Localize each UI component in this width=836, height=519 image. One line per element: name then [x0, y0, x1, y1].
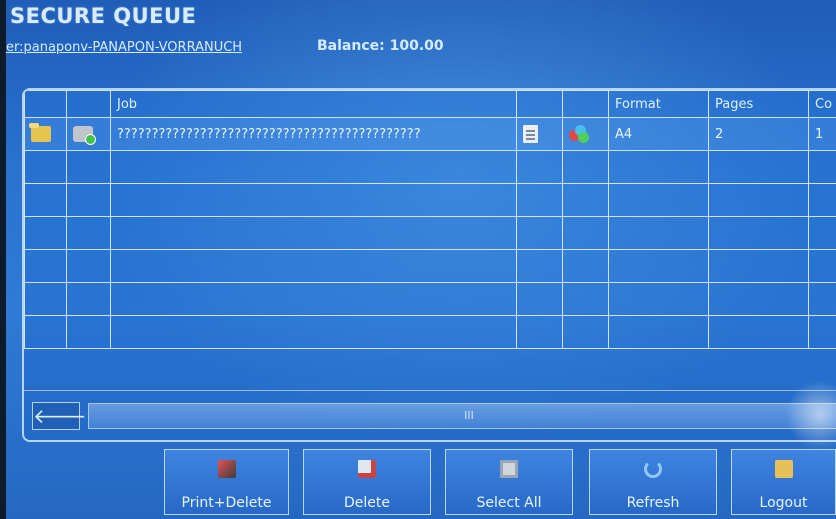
table-row — [24, 183, 836, 217]
arrow-left-icon: 🡐 — [33, 404, 87, 428]
job-list-grid: Job Format Pages Co ????????????????????… — [22, 88, 836, 442]
cell-color-mode — [562, 117, 609, 151]
horizontal-scrollbar[interactable]: III — [88, 403, 836, 429]
col-header-color — [562, 90, 609, 118]
screen-bezel — [0, 0, 6, 519]
printer-ready-icon — [73, 126, 96, 145]
delete-button[interactable]: Delete — [303, 449, 431, 515]
logout-label: Logout — [759, 495, 808, 511]
scroll-left-button[interactable]: 🡐 — [32, 402, 87, 430]
logout-button[interactable]: Logout — [731, 449, 836, 515]
print-delete-button[interactable]: Print+Delete — [164, 449, 289, 515]
delete-icon — [358, 460, 376, 478]
print-icon — [217, 460, 236, 478]
col-header-type — [516, 90, 563, 118]
delete-label: Delete — [344, 495, 390, 511]
logout-icon — [774, 460, 793, 478]
cell-pages: 2 — [708, 117, 809, 151]
balance-label: Balance: 100.00 — [317, 38, 444, 54]
table-row — [24, 150, 836, 184]
col-header-printer — [66, 90, 111, 118]
cell-copies: 1 — [808, 117, 836, 151]
cell-doc-type — [516, 117, 563, 151]
refresh-icon — [644, 460, 662, 478]
cell-status — [24, 117, 67, 151]
col-header-status — [24, 90, 67, 118]
document-icon — [523, 125, 538, 143]
table-row[interactable]: ????????????????????????????????????????… — [24, 117, 836, 151]
table-row — [24, 216, 836, 250]
refresh-label: Refresh — [626, 495, 680, 511]
table-row — [24, 249, 836, 283]
username-label: er:panaponv-PANAPON-VORRANUCH — [6, 40, 243, 55]
col-header-job[interactable]: Job — [110, 90, 517, 118]
user-info-bar: er:panaponv-PANAPON-VORRANUCH Balance: 1… — [6, 38, 444, 60]
table-header-row: Job Format Pages Co — [24, 90, 836, 118]
kiosk-screen: SECURE QUEUE er:panaponv-PANAPON-VORRANU… — [0, 0, 836, 519]
horizontal-scroll-area: 🡐 III — [24, 390, 836, 433]
col-header-pages[interactable]: Pages — [708, 90, 809, 118]
scrollbar-thumb[interactable]: III — [89, 404, 836, 428]
cell-printer — [66, 117, 111, 151]
cell-job-name: ????????????????????????????????????????… — [110, 117, 517, 151]
col-header-format[interactable]: Format — [608, 90, 709, 118]
select-all-button[interactable]: Select All — [445, 449, 573, 515]
select-all-label: Select All — [476, 495, 542, 511]
table-row — [24, 282, 836, 316]
col-header-copies[interactable]: Co — [808, 90, 836, 118]
refresh-button[interactable]: Refresh — [589, 449, 717, 515]
print-delete-label: Print+Delete — [181, 495, 272, 511]
table-row — [24, 315, 836, 349]
page-title: SECURE QUEUE — [10, 4, 197, 28]
select-all-icon — [500, 460, 518, 478]
job-table: Job Format Pages Co ????????????????????… — [24, 90, 836, 349]
color-icon — [569, 125, 589, 143]
cell-format: A4 — [608, 117, 709, 151]
folder-icon — [29, 123, 51, 142]
